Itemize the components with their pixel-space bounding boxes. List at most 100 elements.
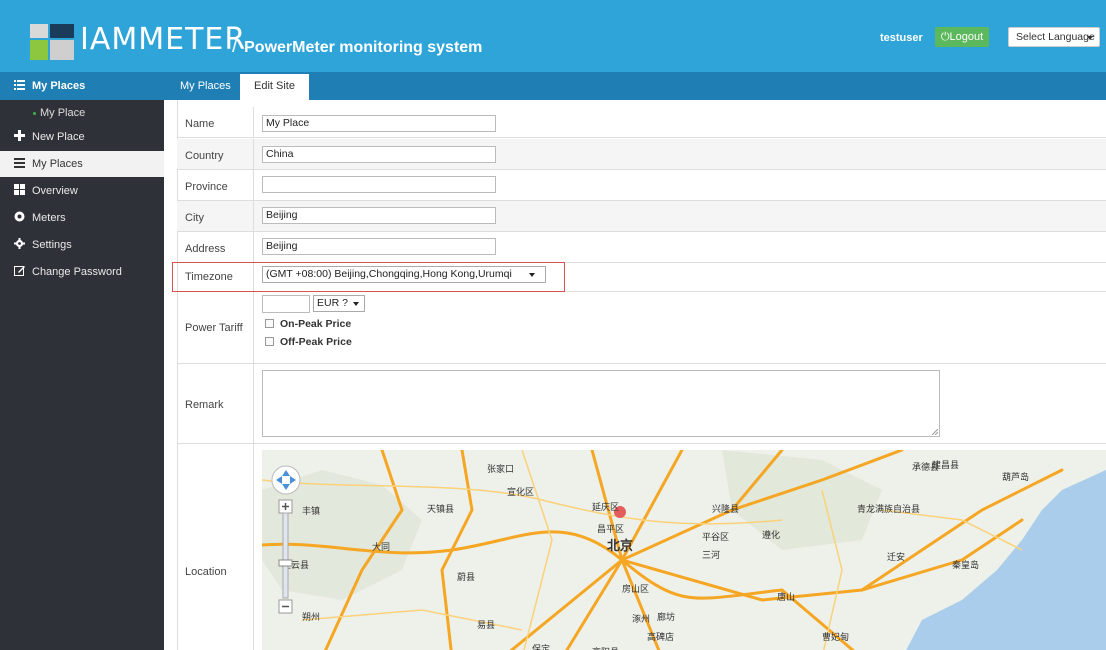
off-peak-checkbox[interactable] — [265, 337, 274, 346]
sidebar-item-label: New Place — [32, 131, 85, 143]
map-place-label: 朔州 — [302, 611, 320, 623]
map-place-label: 廊坊 — [657, 611, 675, 623]
system-subtitle: / PowerMeter monitoring system — [232, 33, 482, 60]
language-label: Select Language — [1016, 31, 1095, 43]
column-divider — [253, 232, 254, 262]
language-select[interactable]: Select Language — [1008, 27, 1100, 47]
map-place-label: 房山区 — [622, 583, 649, 595]
tab-bar: My Places Edit Site — [164, 72, 1106, 100]
subtitle-text: PowerMeter monitoring system — [244, 39, 483, 56]
map-place-label: 青龙满族自治县 — [857, 503, 920, 515]
plus-icon — [14, 125, 25, 141]
address-label: Address — [185, 243, 226, 255]
sidebar-item-label: My Place — [40, 107, 86, 119]
resize-handle-icon[interactable] — [932, 429, 938, 435]
name-label: Name — [185, 118, 215, 130]
map-place-label: 宣化区 — [507, 486, 534, 498]
tab-edit-site[interactable]: Edit Site — [240, 74, 309, 100]
city-input[interactable]: Beijing — [262, 207, 496, 224]
sidebar-header-my-places[interactable]: My Places — [0, 72, 164, 100]
on-peak-label: On-Peak Price — [280, 318, 352, 330]
column-divider — [253, 170, 254, 200]
sidebar-item-my-place[interactable]: My Place — [0, 100, 164, 126]
column-divider — [253, 444, 254, 650]
form-row-power-tariff: Power Tariff EUR ? On-Peak Price Off-Pea… — [177, 292, 1106, 364]
on-peak-checkbox[interactable] — [265, 319, 274, 328]
map-place-label: 丰镇 — [302, 505, 320, 517]
form-row-province: Province — [177, 170, 1106, 201]
timezone-highlight-box — [172, 262, 565, 292]
map-place-label: 唐山 — [777, 591, 795, 603]
brand-name: IAMMETER — [80, 22, 247, 57]
sidebar-item-label: Settings — [32, 239, 72, 251]
map-place-label: 建昌县 — [932, 459, 959, 471]
tab-label: Edit Site — [254, 80, 295, 92]
gear-icon — [14, 233, 25, 249]
map-place-label: 遵化 — [762, 529, 780, 541]
power-icon: ⏻ — [940, 31, 950, 43]
top-header: IAMMETER / PowerMeter monitoring system t… — [0, 0, 1106, 72]
sidebar-header-label: My Places — [32, 80, 86, 92]
map-place-label: 曹妃甸 — [822, 631, 849, 643]
column-divider — [253, 201, 254, 231]
address-input[interactable]: Beijing — [262, 238, 496, 255]
sidebar: My Places My Place New Place My Places O… — [0, 72, 164, 650]
map-place-label: 迁安 — [887, 551, 905, 563]
map-canvas[interactable]: 张家口宣化区延庆区北京房山区涿州 廊坊唐山天镇县大同兴隆县承德县秦皇岛迁安遵化平谷… — [262, 450, 1106, 650]
province-input[interactable] — [262, 176, 496, 193]
map-place-label: 天镇县 — [427, 503, 454, 515]
map-place-label: 兴隆县 — [712, 503, 739, 515]
list-icon — [14, 73, 25, 90]
tariff-input[interactable] — [262, 295, 310, 313]
province-label: Province — [185, 181, 228, 193]
map-place-label: 高碑店 — [647, 631, 674, 643]
map-place-label: 昌平区 — [597, 524, 624, 535]
tab-label: My Places — [180, 80, 231, 92]
city-label: City — [185, 212, 204, 224]
currency-value: EUR ? — [317, 297, 348, 309]
remark-textarea[interactable] — [262, 370, 940, 437]
list-icon — [14, 152, 25, 168]
name-input[interactable]: My Place — [262, 115, 496, 132]
country-label: Country — [185, 150, 224, 162]
map-place-label: 北京 — [607, 538, 633, 554]
sidebar-item-overview[interactable]: Overview — [0, 178, 164, 204]
sidebar-item-label: Change Password — [32, 266, 122, 278]
location-map[interactable]: 张家口 宣化区 延庆区 北京 房山区 涿州 廊坊 唐山 天镇县 大同 兴隆县 承德县 秦皇岛 迁安 遵化 平谷… — [262, 450, 1106, 650]
logout-button[interactable]: ⏻Logout — [935, 27, 989, 47]
sidebar-item-meters[interactable]: Meters — [0, 205, 164, 231]
sidebar-item-new-place[interactable]: New Place — [0, 124, 164, 150]
form-row-location: Location 张家口 宣化区 延庆区 北京 房山区 涿州 廊坊 唐山 天镇县… — [177, 444, 1106, 650]
column-divider — [253, 292, 254, 363]
form-row-country: Country China — [177, 139, 1106, 170]
form-row-name: Name My Place — [177, 107, 1106, 138]
sidebar-item-settings[interactable]: Settings — [0, 232, 164, 258]
username: testuser — [880, 32, 923, 44]
map-place-label: 蔚县 — [457, 571, 475, 583]
currency-select[interactable]: EUR ? — [313, 295, 365, 312]
form-row-city: City Beijing — [177, 201, 1106, 232]
sidebar-item-label: My Places — [32, 158, 83, 170]
map-place-label: 秦皇岛 — [952, 559, 979, 571]
sidebar-item-label: Overview — [32, 185, 78, 197]
logout-label: Logout — [949, 31, 984, 43]
sidebar-item-my-places[interactable]: My Places — [0, 151, 164, 177]
form-row-remark: Remark — [177, 364, 1106, 444]
grid-icon — [14, 179, 25, 195]
sidebar-item-change-password[interactable]: Change Password — [0, 259, 164, 285]
map-place-label: 保定 — [532, 643, 550, 650]
country-input[interactable]: China — [262, 146, 496, 163]
map-place-label: 葫芦岛 — [1002, 471, 1029, 483]
power-tariff-label: Power Tariff — [185, 322, 243, 334]
column-divider — [253, 107, 254, 137]
map-place-label: 涿州 — [632, 614, 650, 625]
column-divider — [253, 139, 254, 169]
map-place-label: 易县 — [477, 620, 495, 631]
edit-icon — [14, 260, 25, 276]
remark-label: Remark — [185, 399, 224, 411]
tab-my-places[interactable]: My Places — [166, 72, 245, 100]
column-divider — [253, 364, 254, 443]
off-peak-label: Off-Peak Price — [280, 336, 352, 348]
map-place-label: 三河 — [702, 549, 720, 561]
iammeter-logo-icon — [30, 24, 74, 60]
